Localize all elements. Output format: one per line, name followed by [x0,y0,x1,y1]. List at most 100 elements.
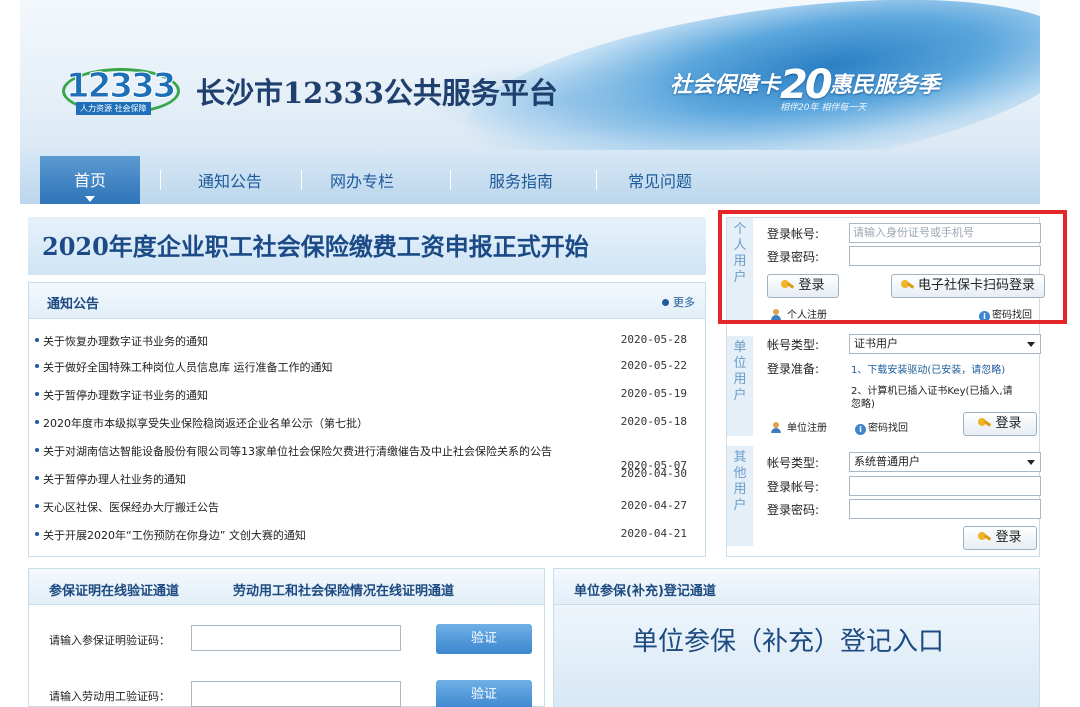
tab-insurance-cert-verify[interactable]: 参保证明在线验证通道 [49,580,179,599]
vtab-char: 位 [733,356,747,371]
notice-row[interactable]: 关于恢复办理数字证书业务的通知 2020-05-28 [29,331,705,351]
notice-panel: 通知公告 更多 关于恢复办理数字证书业务的通知 2020-05-28 关于做好全国… [28,282,706,557]
nav-item-notices[interactable]: 通知公告 [175,162,285,204]
notice-panel-header: 通知公告 更多 [29,283,705,319]
link-label: 单位注册 [787,423,827,434]
nav-divider [301,170,302,190]
slogan-sub: 相伴20年 相伴每一天 [780,103,867,113]
site-title: 长沙市12333公共服务平台 [196,76,558,110]
notice-panel-title: 通知公告 [47,297,100,312]
person-icon [771,422,781,433]
nav-item-guide[interactable]: 服务指南 [466,162,576,204]
other-account-type-select[interactable]: 系统普通用户 [849,452,1041,472]
notice-date: 2020-05-18 [620,415,687,428]
notice-title[interactable]: 天心区社保、医保经办大厅搬迁公告 [43,499,219,515]
notice-title[interactable]: 关于做好全国特殊工种岗位人员信息库 运行准备工作的通知 [43,359,333,375]
notice-title[interactable]: 关于暂停办理人社业务的通知 [43,471,186,487]
vtab-char: 单 [733,340,747,355]
nav-divider [160,170,161,190]
notice-date: 2020-04-30 [620,467,687,480]
unit-find-password-link[interactable]: i 密码找回 [855,419,908,435]
unit-login-button[interactable]: 登录 [963,412,1037,436]
nav-item-label: 首页 [73,171,106,190]
unit-prep-step2: 2、计算机已插入证书Key(已插入,请 [851,386,1013,397]
notice-row[interactable]: 关于做好全国特殊工种岗位人员信息库 运行准备工作的通知 2020-05-22 [29,357,705,377]
other-password-input[interactable] [849,499,1041,519]
notice-row[interactable]: 关于开展2020年“工伤预防在你身边” 文创大赛的通知 2020-04-21 [29,525,705,545]
main-nav: 首页 通知公告 网办专栏 服务指南 常见问题 [20,150,1040,204]
bullet-icon [35,476,39,480]
info-icon: i [855,424,866,435]
nav-divider [450,170,451,190]
notice-title[interactable]: 2020年度市本级拟享受失业保险稳岗返还企业名单公示（第七批） [43,415,368,431]
site-logo[interactable]: 12333 人力资源 社会保障 [62,66,182,116]
registration-entry-area[interactable]: 单位参保（补充）登记入口 [554,605,1039,707]
notice-title[interactable]: 关于恢复办理数字证书业务的通知 [43,333,208,349]
unit-prep-step2-cont: 忽略) [851,399,875,410]
other-login-button[interactable]: 登录 [963,526,1037,550]
unit-prep-label: 登录准备: [767,362,820,376]
nav-item-faq[interactable]: 常见问题 [610,162,710,204]
nav-item-label: 服务指南 [488,172,553,191]
site-banner: 12333 人力资源 社会保障 长沙市12333公共服务平台 社会保障卡20惠民… [20,0,1040,150]
logo-number: 12333 [65,66,176,107]
notice-row[interactable]: 关于暂停办理数字证书业务的通知 2020-05-19 [29,385,705,405]
select-value: 证书用户 [854,337,898,350]
notice-date: 2020-05-28 [620,333,687,346]
registration-panel-title: 单位参保(补充)登记通道 [574,584,716,599]
notice-row[interactable]: 2020年度市本级拟享受失业保险稳岗返还企业名单公示（第七批） 2020-05-1… [29,413,705,433]
nav-item-label: 常见问题 [627,172,692,191]
notice-title[interactable]: 关于对湖南信达智能设备股份有限公司等13家单位社会保险欠费进行清缴催告及中止社会… [43,443,552,459]
driver-download-link[interactable]: 1、下载安装驱动(已安装，请忽略) [851,361,1005,376]
nav-active-arrow-icon [85,196,95,202]
notice-title[interactable]: 关于暂停办理数字证书业务的通知 [43,387,208,403]
nav-item-home[interactable]: 首页 [40,156,140,204]
unit-register-link[interactable]: 单位注册 [771,419,827,434]
button-label: 登录 [995,416,1022,431]
registration-entry-link[interactable]: 单位参保（补充）登记入口 [632,621,944,658]
verification-panel: 参保证明在线验证通道 劳动用工和社会保险情况在线证明通道 请输入参保证明验证码：… [28,568,545,707]
highlight-box [718,210,1067,324]
notice-title[interactable]: 关于开展2020年“工伤预防在你身边” 文创大赛的通知 [43,527,306,543]
other-account-input[interactable] [849,476,1041,496]
bullet-icon [35,338,39,342]
vtab-char: 用 [733,372,747,387]
bullet-icon [35,448,39,452]
notice-date: 2020-05-22 [620,359,687,372]
notice-row[interactable]: 关于暂停办理人社业务的通知 2020-04-30 [29,467,705,489]
nav-item-online[interactable]: 网办专栏 [312,162,412,204]
chevron-down-icon [1027,342,1035,347]
unit-type-label: 帐号类型: [767,338,820,352]
notice-date: 2020-05-19 [620,387,687,400]
unit-registration-panel: 单位参保(补充)登记通道 单位参保（补充）登记入口 [553,568,1040,707]
labor-code-label: 请输入劳动用工验证码： [49,690,170,703]
labor-code-input[interactable] [191,681,401,707]
tab-labor-cert-verify[interactable]: 劳动用工和社会保险情况在线证明通道 [233,580,454,599]
page: 12333 人力资源 社会保障 长沙市12333公共服务平台 社会保障卡20惠民… [20,0,1067,707]
bullet-icon [35,504,39,508]
key-icon [978,418,991,428]
vtab-char: 用 [733,482,747,497]
vtab-char: 户 [733,498,747,513]
button-label: 登录 [995,530,1022,545]
notice-row[interactable]: 关于对湖南信达智能设备股份有限公司等13家单位社会保险欠费进行清缴催告及中止社会… [29,441,705,472]
bullet-icon [35,420,39,424]
cert-code-label: 请输入参保证明验证码： [49,634,170,647]
tab-unit-user[interactable]: 单 位 用 户 [727,336,753,436]
verify-labor-button[interactable]: 验证 [436,680,532,707]
more-link[interactable]: 更多 [662,294,695,310]
unit-account-type-select[interactable]: 证书用户 [849,334,1041,354]
verification-panel-header: 参保证明在线验证通道 劳动用工和社会保险情况在线证明通道 [29,569,544,605]
verify-cert-button[interactable]: 验证 [436,624,532,654]
headline-banner[interactable]: 2020年度企业职工社会保险缴费工资申报正式开始 [28,217,706,275]
notice-row[interactable]: 天心区社保、医保经办大厅搬迁公告 2020-04-27 [29,497,705,517]
bullet-icon [35,532,39,536]
other-account-label: 登录帐号: [767,480,820,494]
other-type-label: 帐号类型: [767,456,820,470]
cert-code-input[interactable] [191,625,401,651]
headline-text: 2020年度企业职工社会保险缴费工资申报正式开始 [42,232,589,261]
slogan-post: 惠民服务季 [829,73,940,98]
slogan-pre: 社会保障卡 [670,73,781,98]
tab-other-user[interactable]: 其 他 用 户 [727,446,753,546]
vtab-char: 他 [733,466,747,481]
